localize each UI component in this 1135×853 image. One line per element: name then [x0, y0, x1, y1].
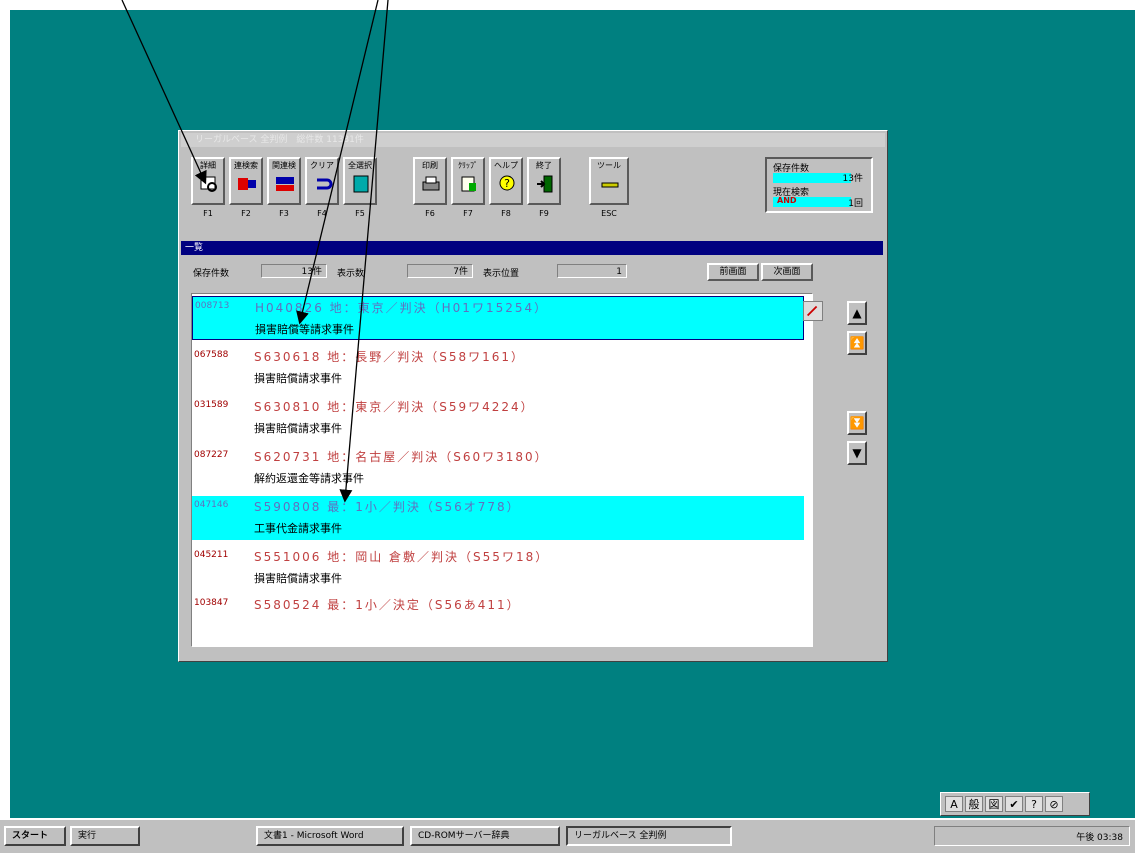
annotation-arrow	[296, 0, 379, 325]
annotation-arrow	[121, 0, 207, 185]
annotation-arrow	[339, 0, 389, 503]
annotation-arrows	[121, 0, 389, 503]
